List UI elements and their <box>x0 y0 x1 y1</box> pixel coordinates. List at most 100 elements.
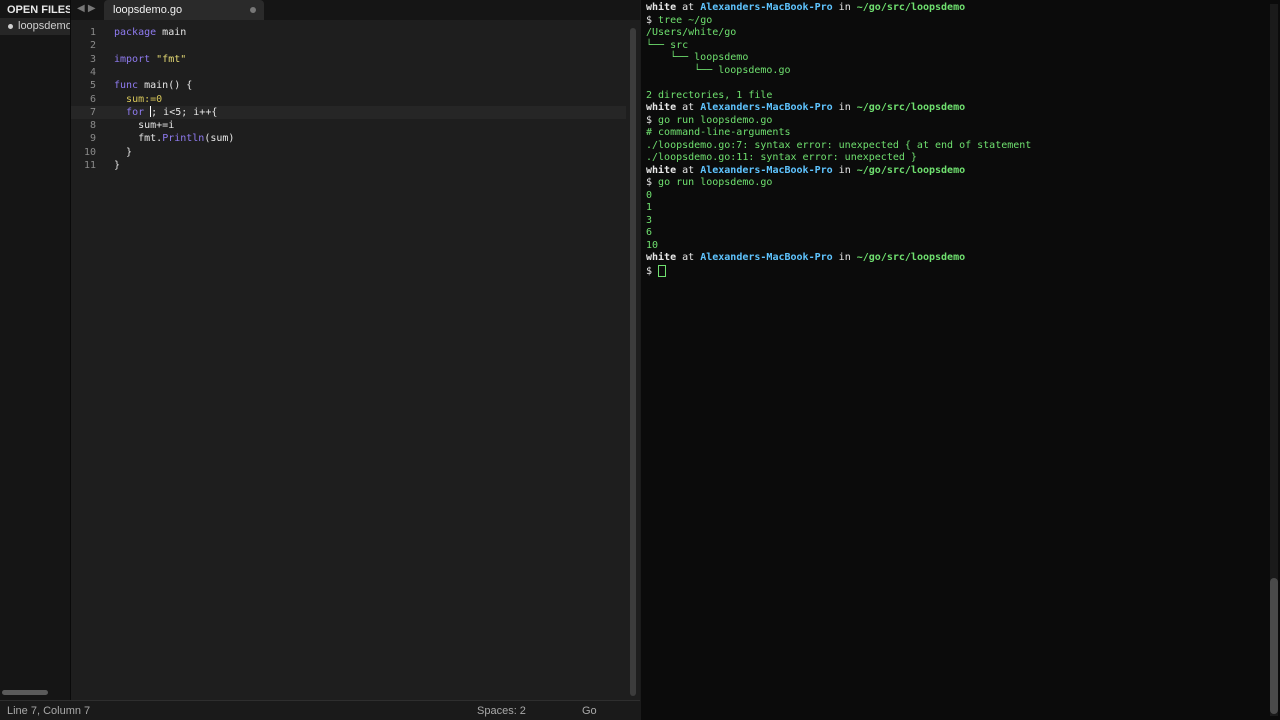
prompt-at: at <box>676 164 701 176</box>
command-text: go run loopsdemo.go <box>658 177 773 188</box>
code-line: 11 } <box>71 159 181 172</box>
code-line: 8 sum+=i <box>71 119 181 132</box>
error-output: ./loopsdemo.go:11: syntax error: unexpec… <box>646 152 917 163</box>
terminal-cursor <box>658 264 667 277</box>
code-line: 3 import "fmt" <box>71 53 186 66</box>
code-line: 1 package main <box>71 26 186 39</box>
code-line: 6 sum:=0 <box>71 93 181 106</box>
prompt-dir: ~/go/src/loopsdemo <box>856 164 966 176</box>
code-token: import <box>114 53 151 65</box>
prompt-line: white at Alexanders-MacBook-Pro in ~/go/… <box>646 2 965 13</box>
prompt-at: at <box>676 252 701 263</box>
tree-output: └── loopsdemo <box>646 52 749 63</box>
prompt-in: in <box>832 2 857 13</box>
code-token: (sum) <box>204 133 235 145</box>
code-line: 5 func main() { <box>71 79 192 92</box>
program-output: 3 <box>646 214 653 226</box>
prompt-line: white at Alexanders-MacBook-Pro in ~/go/… <box>646 102 965 113</box>
code-token: sum+=i <box>138 120 175 132</box>
code-token: } <box>126 146 133 158</box>
program-output: 1 <box>646 202 653 213</box>
sidebar-item-label: loopsdemo.go <box>18 20 71 32</box>
prompt-symbol: $ <box>646 265 659 277</box>
prompt-user: white <box>646 102 677 113</box>
sidebar: OPEN FILES loopsdemo.go <box>0 0 71 700</box>
line-number: 3 <box>89 53 96 65</box>
status-bar: Line 7, Column 7 Spaces: 2 Go <box>0 700 640 720</box>
prompt-line: white at Alexanders-MacBook-Pro in ~/go/… <box>646 165 965 176</box>
code-token: main <box>156 27 187 38</box>
error-output: # command-line-arguments <box>646 127 791 138</box>
cursor-position: Line 7, Column 7 <box>7 705 91 717</box>
prompt-host: Alexanders-MacBook-Pro <box>700 2 833 13</box>
tab-label: loopsdemo.go <box>113 4 183 16</box>
terminal-output: white at Alexanders-MacBook-Pro in ~/go/… <box>646 2 1031 278</box>
prompt-in: in <box>832 102 857 113</box>
prompt-symbol: $ <box>646 177 659 188</box>
code-token: main() { <box>138 80 193 92</box>
prompt-dir: ~/go/src/loopsdemo <box>856 102 966 113</box>
code-token: ; i<5; i++{ <box>151 106 218 118</box>
code-token: } <box>114 160 121 171</box>
code-editor: OPEN FILES loopsdemo.go ◀ ▶ loopsdemo.go… <box>0 0 640 720</box>
code-token: func <box>114 80 139 92</box>
indentation-setting[interactable]: Spaces: 2 <box>477 705 526 717</box>
prompt-host: Alexanders-MacBook-Pro <box>700 164 833 176</box>
tab-nav-arrows-icon[interactable]: ◀ ▶ <box>77 3 96 14</box>
tree-output: └── src <box>646 39 689 51</box>
prompt-in: in <box>832 164 857 176</box>
tree-output: └── loopsdemo.go <box>646 64 791 76</box>
prompt-user: white <box>646 252 677 263</box>
prompt-at: at <box>676 102 701 113</box>
code-line: 2 <box>71 39 181 52</box>
open-files-header: OPEN FILES <box>7 4 71 16</box>
file-dot-icon <box>8 23 13 29</box>
program-output: 6 <box>646 227 653 238</box>
code-token: for <box>126 106 145 118</box>
syntax-mode[interactable]: Go <box>582 705 597 717</box>
error-output: ./loopsdemo.go:7: syntax error: unexpect… <box>646 139 1032 151</box>
code-token: package <box>114 27 157 38</box>
code-line: 9 fmt.Println(sum) <box>71 132 234 145</box>
code-token: sum:=0 <box>126 93 163 105</box>
line-number: 2 <box>89 40 96 52</box>
prompt-at: at <box>676 2 701 13</box>
line-number: 1 <box>89 27 96 38</box>
sidebar-item-loopsdemo[interactable]: loopsdemo.go <box>0 18 70 35</box>
prompt-symbol: $ <box>646 114 659 126</box>
terminal-scrollbar[interactable] <box>1270 578 1278 714</box>
program-output: 0 <box>646 189 653 201</box>
code-token: fmt. <box>138 133 163 145</box>
close-tab-icon[interactable] <box>250 7 256 13</box>
terminal[interactable]: white at Alexanders-MacBook-Pro in ~/go/… <box>641 0 1280 720</box>
command-text: go run loopsdemo.go <box>658 114 773 126</box>
code-area[interactable]: 1 package main 2 3 import "fmt" 4 5 func… <box>71 24 626 694</box>
line-number: 4 <box>89 66 96 78</box>
line-number: 5 <box>89 80 96 92</box>
program-output: 10 <box>646 239 659 251</box>
prompt-in: in <box>832 252 857 263</box>
code-token: "fmt" <box>156 53 187 65</box>
prompt-host: Alexanders-MacBook-Pro <box>700 252 833 263</box>
sidebar-scrollbar[interactable] <box>2 690 48 695</box>
tab-bar: ◀ ▶ loopsdemo.go <box>71 0 640 20</box>
line-number: 11 <box>83 160 96 171</box>
command-text: tree ~/go <box>658 14 713 26</box>
prompt-host: Alexanders-MacBook-Pro <box>700 102 833 113</box>
prompt-user: white <box>646 2 677 13</box>
tree-output: /Users/white/go <box>646 27 737 38</box>
prompt-symbol: $ <box>646 14 659 26</box>
line-number: 8 <box>89 120 96 132</box>
code-line-current: 7 for ; i<5; i++{ <box>71 105 626 120</box>
tab-loopsdemo[interactable]: loopsdemo.go <box>104 0 264 20</box>
line-number: 9 <box>89 133 96 145</box>
prompt-dir: ~/go/src/loopsdemo <box>856 252 966 263</box>
prompt-dir: ~/go/src/loopsdemo <box>856 2 966 13</box>
code-token: Println <box>162 133 205 145</box>
editor-scrollbar[interactable] <box>630 28 636 696</box>
code-line: 4 <box>71 66 181 79</box>
code-line: 10 } <box>71 146 181 159</box>
line-number: 7 <box>89 106 96 118</box>
tree-summary: 2 directories, 1 file <box>646 89 773 101</box>
prompt-user: white <box>646 164 677 176</box>
